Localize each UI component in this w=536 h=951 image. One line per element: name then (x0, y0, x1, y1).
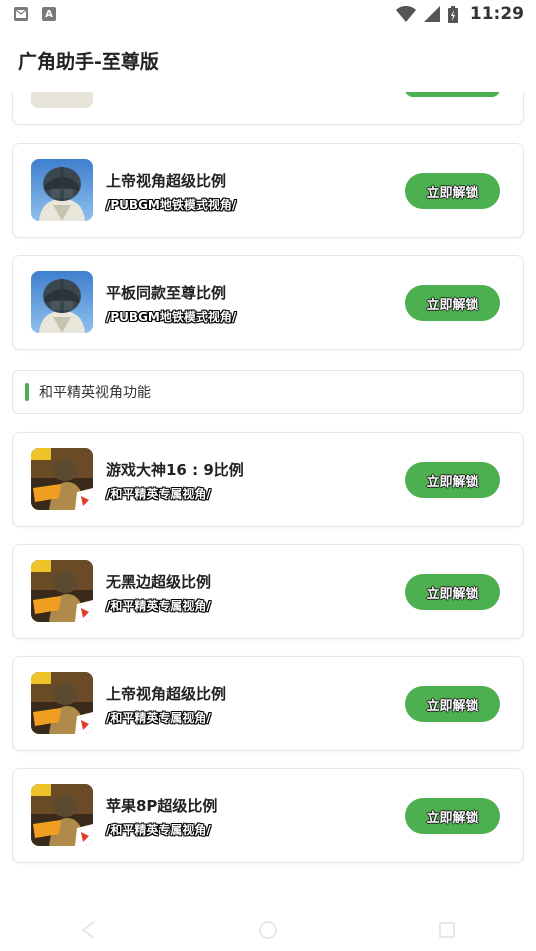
pubg-game-icon (31, 159, 93, 221)
list-item: 上帝视角超级比例 /和平精英专属视角/ 立即解锁 (12, 656, 524, 751)
peace-elite-game-icon (31, 784, 93, 846)
card-title: 无黑边超级比例 (106, 573, 212, 591)
status-bar: A 11:29 (0, 0, 536, 28)
section-header: 和平精英视角功能 (12, 370, 524, 414)
unlock-button[interactable]: 立即解锁 (405, 462, 500, 498)
signal-icon (423, 6, 440, 22)
unlock-button[interactable]: 立即解锁 (405, 798, 500, 834)
section-title: 和平精英视角功能 (39, 385, 151, 401)
card-subtitle: /和平精英专属视角/ (106, 599, 211, 613)
card-partial (12, 92, 524, 125)
list-item: 苹果8P超级比例 /和平精英专属视角/ 立即解锁 (12, 768, 524, 863)
content-list[interactable]: 上帝视角超级比例 /PUBGM地铁模式视角/ 立即解锁 平板同款至尊比例 /PU… (0, 92, 536, 908)
card-subtitle: /和平精英专属视角/ (106, 823, 211, 837)
app-bar: 广角助手-至尊版 (0, 28, 536, 92)
unlock-button-partial[interactable] (405, 92, 500, 97)
wifi-icon (395, 6, 416, 22)
card-title: 游戏大神16 : 9比例 (106, 461, 244, 479)
pubg-game-icon (31, 271, 93, 333)
recents-icon[interactable] (437, 920, 457, 940)
card-subtitle: /和平精英专属视角/ (106, 487, 211, 501)
card-subtitle: /PUBGM地铁模式视角/ (106, 198, 237, 212)
card-title: 上帝视角超级比例 (106, 172, 227, 190)
system-status: 11:29 (395, 4, 524, 24)
home-icon[interactable] (258, 920, 278, 940)
list-item: 游戏大神16 : 9比例 /和平精英专属视角/ 立即解锁 (12, 432, 524, 527)
clock: 11:29 (469, 4, 524, 24)
battery-icon (447, 5, 458, 23)
card-subtitle: /和平精英专属视角/ (106, 711, 211, 725)
card-title: 上帝视角超级比例 (106, 685, 227, 703)
peace-elite-game-icon (31, 672, 93, 734)
peace-elite-game-icon (31, 560, 93, 622)
notification-area: A (14, 7, 56, 21)
a-icon: A (42, 7, 56, 21)
card-title: 苹果8P超级比例 (106, 797, 218, 815)
pubg-game-icon (31, 92, 93, 108)
mail-icon (14, 7, 28, 21)
navigation-bar (0, 908, 536, 951)
card-subtitle: /PUBGM地铁模式视角/ (106, 310, 237, 324)
unlock-button[interactable]: 立即解锁 (405, 173, 500, 209)
unlock-button[interactable]: 立即解锁 (405, 686, 500, 722)
list-item: 无黑边超级比例 /和平精英专属视角/ 立即解锁 (12, 544, 524, 639)
list-item: 平板同款至尊比例 /PUBGM地铁模式视角/ 立即解锁 (12, 255, 524, 350)
section-accent-bar (25, 383, 29, 401)
list-item: 上帝视角超级比例 /PUBGM地铁模式视角/ 立即解锁 (12, 143, 524, 238)
app-title: 广角助手-至尊版 (18, 50, 159, 73)
card-title: 平板同款至尊比例 (106, 284, 227, 302)
back-icon[interactable] (79, 920, 99, 940)
unlock-button[interactable]: 立即解锁 (405, 574, 500, 610)
peace-elite-game-icon (31, 448, 93, 510)
unlock-button[interactable]: 立即解锁 (405, 285, 500, 321)
